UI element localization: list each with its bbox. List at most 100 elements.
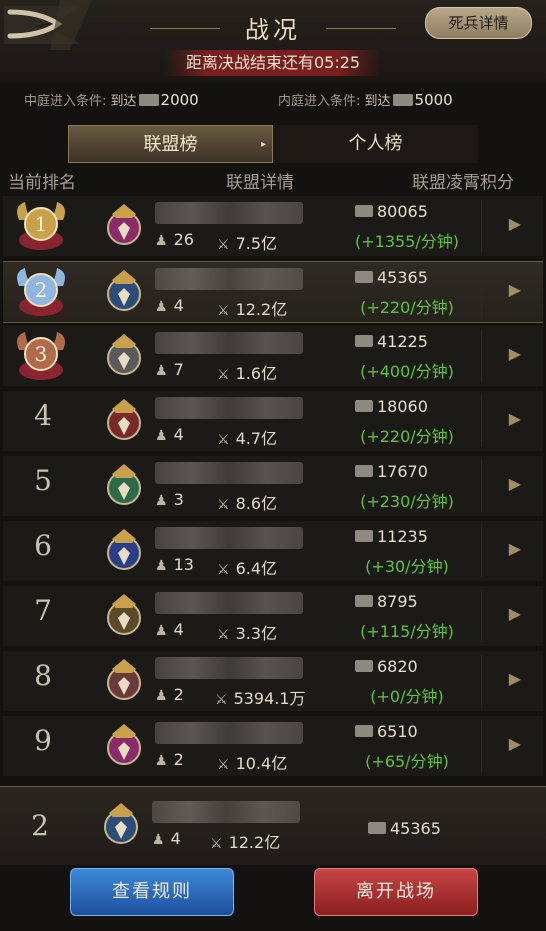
- row-arrow-icon[interactable]: ▶: [509, 214, 521, 233]
- point-icon: [368, 822, 386, 834]
- ranking-row[interactable]: 2 ♟ 4 ⚔ 12.2亿 45365 (+220/分钟) ▶: [3, 261, 543, 323]
- rank-number: 5: [34, 464, 52, 497]
- member-count: ♟ 4: [155, 425, 184, 444]
- ranking-row[interactable]: 4 ♟ 4 ⚔ 4.7亿 18060 (+220/分钟) ▶: [3, 391, 543, 451]
- point-icon: [392, 94, 413, 106]
- member-count-value: 3: [173, 490, 184, 509]
- alliance-power: ⚔ 8.6亿: [217, 490, 277, 514]
- column-divider: [481, 720, 482, 772]
- dead-soldier-detail-button[interactable]: 死兵详情: [425, 7, 532, 39]
- alliance-power: ⚔ 7.5亿: [217, 230, 277, 254]
- top-bar: 战况 死兵详情 距离决战结束还有05:25: [0, 0, 546, 82]
- point-icon: [355, 595, 373, 607]
- my-member-count: 4: [170, 829, 181, 848]
- score-rate: (+115/分钟): [360, 622, 454, 641]
- alliance-score: 18060: [355, 397, 428, 416]
- row-arrow-icon[interactable]: ▶: [509, 734, 521, 753]
- inner-court-condition: 中庭进入条件: 到达 2000: [24, 90, 199, 109]
- member-icon: ♟: [155, 493, 168, 509]
- rank-number: 4: [34, 399, 52, 432]
- member-icon: ♟: [155, 623, 168, 639]
- score-rate: (+65/分钟): [365, 752, 449, 771]
- power-value: 4.7亿: [235, 429, 278, 448]
- crossed-swords-icon: ⚔: [217, 497, 230, 513]
- member-count-value: 13: [173, 555, 194, 574]
- alliance-power: ⚔ 12.2亿: [217, 296, 287, 320]
- alliance-name-blurred: [155, 527, 303, 549]
- my-alliance-row[interactable]: 2 ♟ 4 ⚔ 12.2亿 45365: [0, 786, 546, 865]
- member-count: ♟ 4: [155, 296, 184, 315]
- crossed-swords-icon: ⚔: [217, 757, 230, 773]
- score-value: 11235: [377, 527, 428, 546]
- ranking-row[interactable]: 6 ♟ 13 ⚔ 6.4亿 11235 (+30/分钟) ▶: [3, 521, 543, 581]
- battle-timer: 距离决战结束还有05:25: [165, 50, 381, 76]
- alliance-power: ⚔ 6.4亿: [217, 555, 277, 579]
- alliance-emblem-icon: [107, 529, 141, 570]
- row-arrow-icon[interactable]: ▶: [509, 604, 521, 623]
- rank-badge-icon: 1: [17, 202, 65, 250]
- row-arrow-icon[interactable]: ▶: [509, 344, 521, 363]
- rank-number: 9: [34, 724, 52, 757]
- power-value: 10.4亿: [235, 754, 288, 773]
- my-score: 45365: [368, 819, 441, 838]
- point-icon: [355, 465, 373, 477]
- member-count-value: 4: [173, 620, 184, 639]
- view-rules-button[interactable]: 查看规则: [70, 868, 234, 916]
- timer-label: 距离决战结束还有: [185, 53, 314, 72]
- alliance-score: 80065: [355, 202, 428, 221]
- power-value: 8.6亿: [235, 494, 278, 513]
- point-icon: [355, 530, 373, 542]
- my-power: ⚔ 12.2亿: [210, 829, 280, 853]
- power-value: 3.3亿: [235, 624, 278, 643]
- crossed-swords-icon: ⚔: [217, 237, 230, 253]
- member-count: ♟ 26: [155, 230, 194, 249]
- alliance-name-blurred: [155, 332, 303, 354]
- alliance-emblem-icon: [107, 204, 141, 245]
- point-icon: [355, 205, 373, 217]
- score-value: 6820: [377, 657, 418, 676]
- alliance-score: 41225: [355, 332, 428, 351]
- row-arrow-icon[interactable]: ▶: [509, 669, 521, 688]
- alliance-emblem-icon: [107, 270, 141, 311]
- point-icon: [138, 94, 159, 106]
- crossed-swords-icon: ⚔: [217, 562, 230, 578]
- score-value: 6510: [377, 722, 418, 741]
- leave-battlefield-button[interactable]: 离开战场: [314, 868, 478, 916]
- member-icon: ♟: [155, 299, 168, 315]
- member-count-value: 2: [173, 685, 184, 704]
- member-count-value: 2: [173, 750, 184, 769]
- row-arrow-icon[interactable]: ▶: [509, 280, 521, 299]
- row-arrow-icon[interactable]: ▶: [509, 539, 521, 558]
- power-value: 7.5亿: [235, 234, 278, 253]
- column-header-score: 联盟凌霄积分: [412, 173, 514, 193]
- row-arrow-icon[interactable]: ▶: [509, 474, 521, 493]
- alliance-name-blurred: [155, 657, 303, 679]
- member-count-value: 4: [173, 296, 184, 315]
- point-icon: [355, 271, 373, 283]
- point-icon: [355, 335, 373, 347]
- alliance-name-blurred: [155, 592, 303, 614]
- tab-personal-ranking[interactable]: 个人榜: [273, 125, 478, 163]
- crossed-swords-icon: ⚔: [217, 303, 230, 319]
- ranking-row[interactable]: 9 ♟ 2 ⚔ 10.4亿 6510 (+65/分钟) ▶: [3, 716, 543, 776]
- ranking-row[interactable]: 1 ♟ 26 ⚔ 7.5亿 80065 (+1355/分钟) ▶: [3, 196, 543, 256]
- score-rate: (+1355/分钟): [354, 232, 459, 251]
- ranking-row[interactable]: 5 ♟ 3 ⚔ 8.6亿 17670 (+230/分钟) ▶: [3, 456, 543, 516]
- row-arrow-icon[interactable]: ▶: [509, 409, 521, 428]
- column-divider: [481, 330, 482, 382]
- ranking-row[interactable]: 8 ♟ 2 ⚔ 5394.1万 6820 (+0/分钟) ▶: [3, 651, 543, 711]
- tab-alliance-ranking[interactable]: 联盟榜 ▸: [68, 125, 273, 163]
- member-icon: ♟: [155, 753, 168, 769]
- column-divider: [481, 200, 482, 252]
- member-icon: ♟: [155, 428, 168, 444]
- alliance-score: 6820: [355, 657, 418, 676]
- ranking-row[interactable]: 7 ♟ 4 ⚔ 3.3亿 8795 (+115/分钟) ▶: [3, 586, 543, 646]
- point-icon: [355, 725, 373, 737]
- alliance-name-blurred: [155, 462, 303, 484]
- alliance-name-blurred: [155, 722, 303, 744]
- ranking-row[interactable]: 3 ♟ 7 ⚔ 1.6亿 41225 (+400/分钟) ▶: [3, 326, 543, 386]
- rank-badge-icon: 3: [17, 332, 65, 380]
- score-rate: (+0/分钟): [370, 687, 444, 706]
- rank-badge-icon: 2: [17, 268, 65, 316]
- inner-court-reach: 到达: [110, 94, 137, 109]
